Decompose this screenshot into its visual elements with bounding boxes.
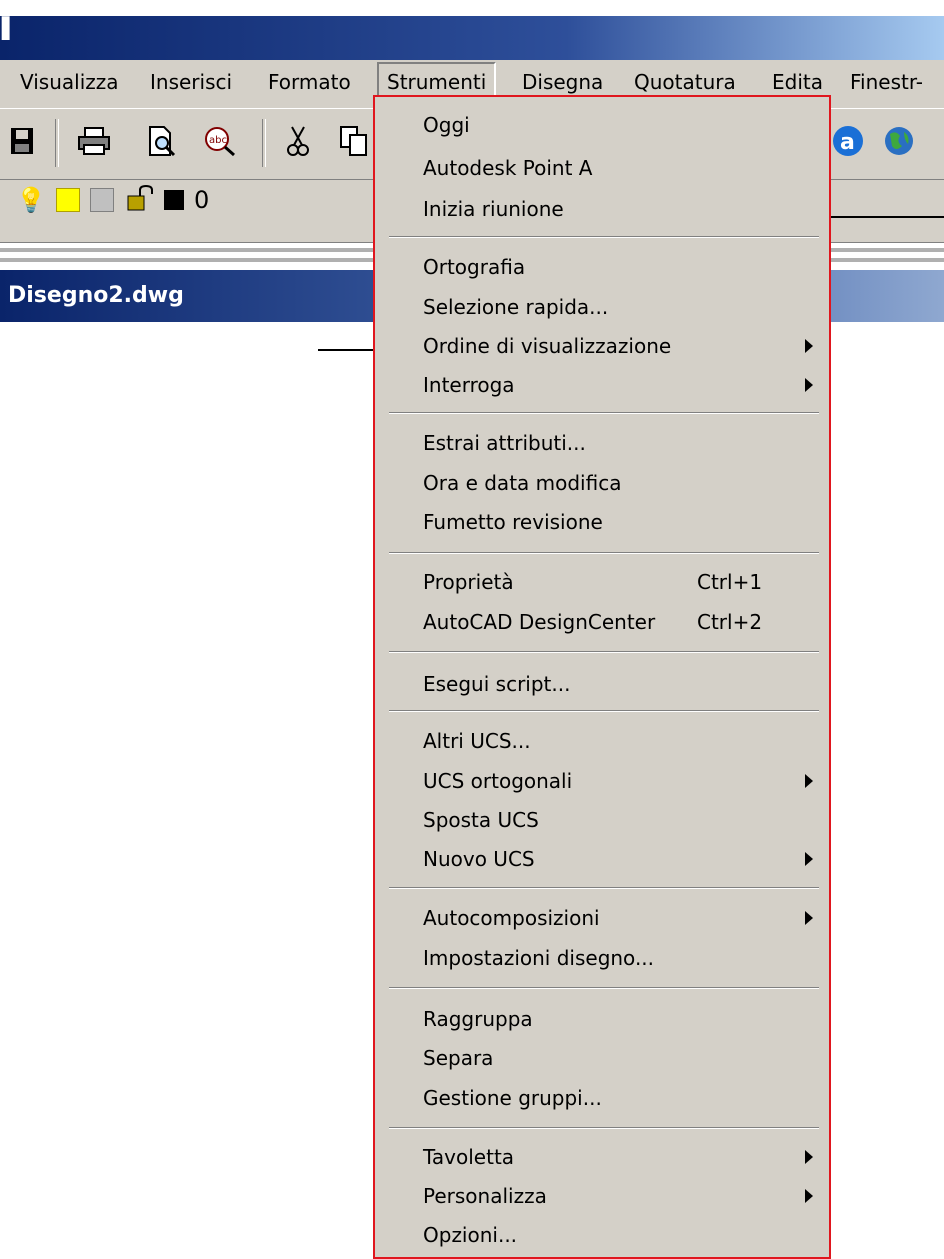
menu-item-oggi[interactable]: Oggi [375, 105, 829, 145]
menu-item-estrai-attributi[interactable]: Estrai attributi... [375, 423, 829, 463]
layer-name: 0 [194, 186, 210, 214]
menu-item-interroga[interactable]: Interroga [375, 365, 829, 405]
menu-item-separa[interactable]: Separa [375, 1038, 829, 1078]
menu-item-esegui-script[interactable]: Esegui script... [375, 664, 829, 704]
submenu-arrow-icon [805, 774, 813, 788]
unlock-icon[interactable] [126, 184, 154, 218]
menu-item-tavoletta[interactable]: Tavoletta [375, 1137, 829, 1177]
layer-freeze-sun-icon[interactable] [56, 188, 80, 212]
menu-separator [389, 552, 819, 554]
layer-viewport-freeze-icon[interactable] [90, 188, 114, 212]
menu-item-ortografia[interactable]: Ortografia [375, 247, 829, 287]
copy-icon[interactable] [334, 121, 374, 161]
menu-item-opzioni[interactable]: Opzioni... [375, 1215, 829, 1255]
submenu-arrow-icon [805, 1189, 813, 1203]
menu-item-ucs-ortogonali[interactable]: UCS ortogonali [375, 761, 829, 801]
menu-item-impostazioni-disegno[interactable]: Impostazioni disegno... [375, 938, 829, 978]
print-preview-icon[interactable] [142, 121, 182, 161]
menu-item-gestione-gruppi[interactable]: Gestione gruppi... [375, 1078, 829, 1118]
menu-separator [389, 710, 819, 712]
strumenti-dropdown-menu: Oggi Autodesk Point A Inizia riunione Or… [373, 95, 831, 1259]
menu-item-personalizza[interactable]: Personalizza [375, 1176, 829, 1216]
toolbar-separator [55, 119, 59, 167]
menu-item-designcenter[interactable]: AutoCAD DesignCenter Ctrl+2 [375, 602, 829, 642]
menu-item-nuovo-ucs[interactable]: Nuovo UCS [375, 839, 829, 879]
menu-separator [389, 1127, 819, 1129]
svg-text:a: a [840, 130, 855, 155]
menu-separator [389, 887, 819, 889]
menu-separator [389, 651, 819, 653]
shortcut-label: Ctrl+1 [697, 570, 763, 594]
menu-item-ordine-visualizzazione[interactable]: Ordine di visualizzazione [375, 326, 829, 366]
menu-item-fumetto-revisione[interactable]: Fumetto revisione [375, 502, 829, 542]
menu-finestra[interactable]: Finestr- [850, 60, 923, 104]
shortcut-label: Ctrl+2 [697, 610, 763, 634]
autocad-a-icon[interactable]: a [828, 121, 868, 161]
menu-item-proprieta[interactable]: Proprietà Ctrl+1 [375, 562, 829, 602]
submenu-arrow-icon [805, 852, 813, 866]
menu-item-sposta-ucs[interactable]: Sposta UCS [375, 800, 829, 840]
menu-separator [389, 412, 819, 414]
menu-item-altri-ucs[interactable]: Altri UCS... [375, 721, 829, 761]
document-title: Disegno2.dwg [8, 283, 184, 308]
menu-separator [389, 987, 819, 989]
menu-item-autocomposizioni[interactable]: Autocomposizioni [375, 898, 829, 938]
menu-item-inizia-riunione[interactable]: Inizia riunione [375, 189, 829, 229]
layer-on-bulb-icon[interactable]: 💡 [16, 186, 46, 214]
submenu-arrow-icon [805, 1150, 813, 1164]
menu-item-selezione-rapida[interactable]: Selezione rapida... [375, 287, 829, 327]
app-titlebar: ▌ [0, 16, 944, 60]
save-icon[interactable] [2, 121, 42, 161]
drawing-line [318, 349, 374, 351]
top-strip [0, 0, 944, 17]
svg-text:abc: abc [209, 135, 227, 146]
menu-visualizza[interactable]: Visualizza [20, 60, 119, 104]
menu-inserisci[interactable]: Inserisci [150, 60, 232, 104]
print-icon[interactable] [74, 121, 114, 161]
globe-icon[interactable] [880, 121, 920, 161]
spell-check-icon[interactable]: abc [200, 121, 240, 161]
submenu-arrow-icon [805, 339, 813, 353]
cut-icon[interactable] [278, 121, 318, 161]
menu-formato[interactable]: Formato [268, 60, 351, 104]
submenu-arrow-icon [805, 911, 813, 925]
menu-item-autodesk-point-a[interactable]: Autodesk Point A [375, 148, 829, 188]
layer-color-swatch [164, 190, 184, 210]
app-icon: ▌ [2, 16, 18, 40]
menu-separator [389, 236, 819, 238]
menu-item-ora-data-modifica[interactable]: Ora e data modifica [375, 463, 829, 503]
menu-item-raggruppa[interactable]: Raggruppa [375, 999, 829, 1039]
submenu-arrow-icon [805, 378, 813, 392]
toolbar-separator [262, 119, 266, 167]
